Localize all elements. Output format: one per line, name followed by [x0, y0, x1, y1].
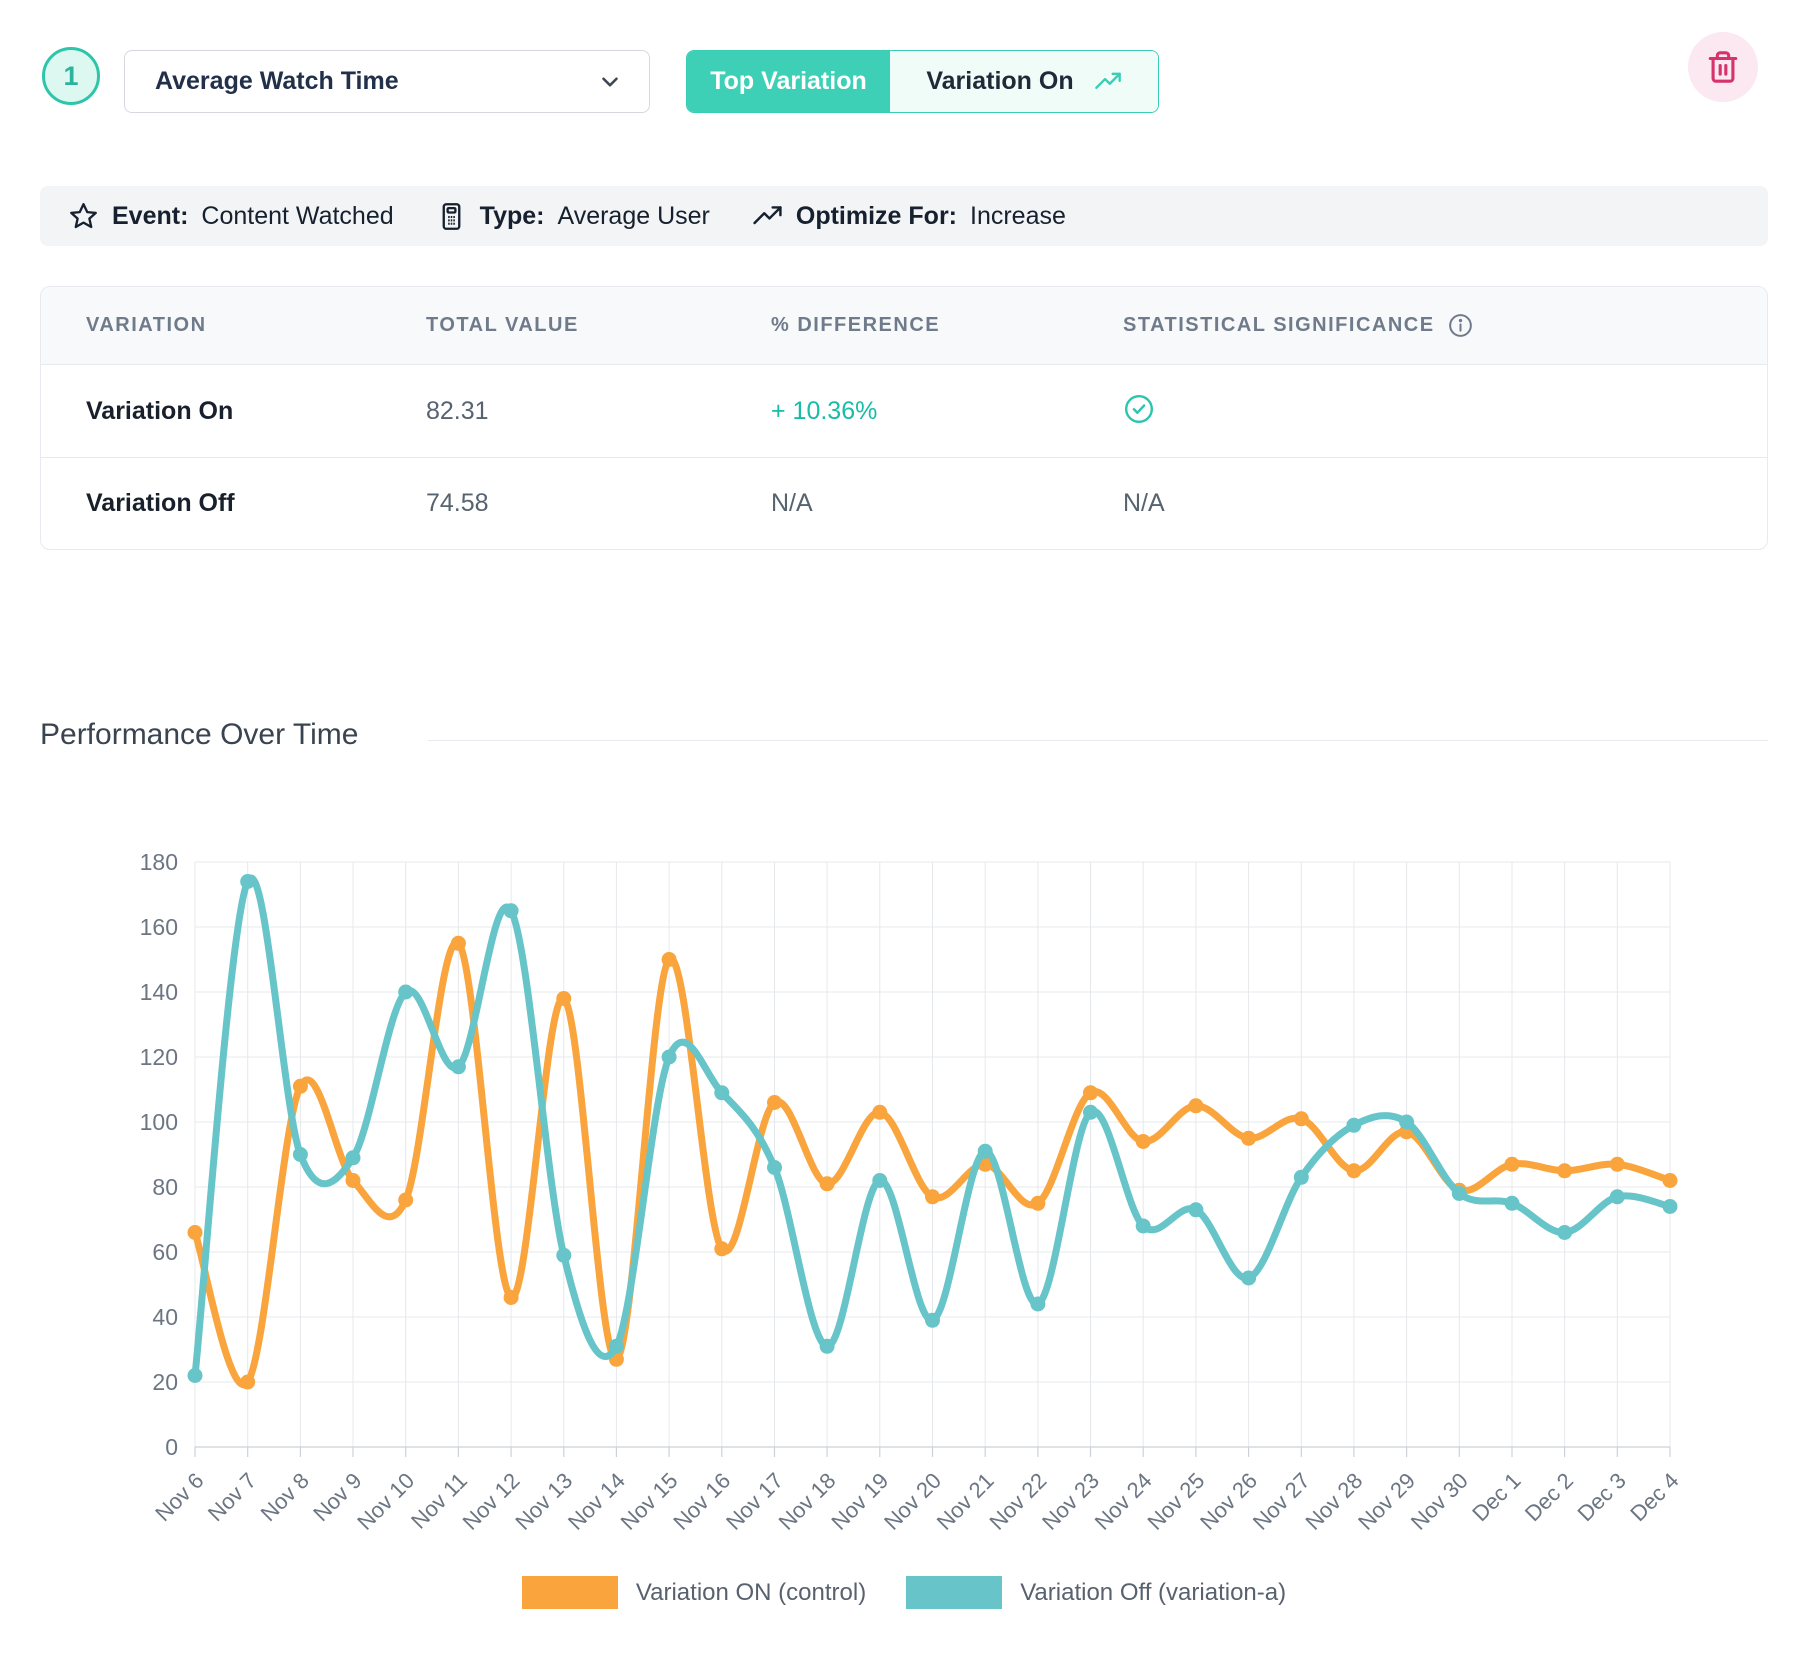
- svg-text:Nov 14: Nov 14: [563, 1468, 630, 1535]
- row-total-value: 82.31: [426, 397, 771, 426]
- event-value: Content Watched: [201, 202, 393, 231]
- trending-up-icon: [752, 201, 783, 232]
- col-difference: % Difference: [771, 314, 1123, 337]
- legend-item-variation-on[interactable]: Variation ON (control): [522, 1576, 866, 1609]
- y-axis-labels: 0 20 40 60 80 100 120 140 160 180: [140, 849, 178, 1460]
- svg-text:140: 140: [140, 979, 178, 1005]
- trending-up-icon: [1094, 68, 1122, 96]
- col-significance: Statistical Significance: [1123, 312, 1767, 339]
- optimize-value: Increase: [970, 202, 1066, 231]
- optimize-label: Optimize For:: [796, 202, 957, 231]
- row-significance: [1123, 393, 1767, 430]
- check-circle-icon: [1123, 393, 1155, 425]
- svg-text:60: 60: [152, 1239, 178, 1265]
- row-total-value: 74.58: [426, 489, 771, 518]
- svg-text:Nov 27: Nov 27: [1248, 1468, 1315, 1535]
- col-variation: Variation: [86, 314, 426, 337]
- svg-text:Nov 26: Nov 26: [1195, 1468, 1262, 1535]
- type-info: Type: Average User: [436, 201, 710, 232]
- chart-legend: Variation ON (control) Variation Off (va…: [40, 1576, 1768, 1609]
- delete-metric-button[interactable]: [1688, 32, 1758, 102]
- svg-text:Nov 13: Nov 13: [510, 1468, 577, 1535]
- svg-text:80: 80: [152, 1174, 178, 1200]
- metric-dropdown[interactable]: Average Watch Time: [124, 50, 650, 113]
- col-total-value: Total Value: [426, 314, 771, 337]
- metric-dropdown-value: Average Watch Time: [155, 67, 597, 96]
- type-label: Type:: [480, 202, 545, 231]
- type-value: Average User: [557, 202, 709, 231]
- step-number-badge: 1: [42, 47, 100, 105]
- row-difference: + 10.36%: [771, 397, 1123, 426]
- performance-chart: 020406080100120140160180Nov 6Nov 7Nov 8N…: [40, 778, 1768, 1572]
- svg-text:Nov 10: Nov 10: [352, 1468, 419, 1535]
- svg-text:Nov 22: Nov 22: [984, 1468, 1051, 1535]
- section-divider: [428, 740, 1768, 741]
- table-row: Variation On 82.31 + 10.36%: [41, 365, 1767, 457]
- svg-text:Nov 17: Nov 17: [721, 1468, 788, 1535]
- svg-text:Nov 8: Nov 8: [256, 1468, 314, 1526]
- svg-text:Nov 21: Nov 21: [932, 1468, 999, 1535]
- svg-text:20: 20: [152, 1369, 178, 1395]
- svg-text:Nov 12: Nov 12: [458, 1468, 525, 1535]
- trash-icon: [1706, 50, 1740, 84]
- svg-text:Nov 28: Nov 28: [1300, 1468, 1367, 1535]
- chart-section-title: Performance Over Time: [40, 718, 358, 752]
- chart-axes: [195, 1447, 1670, 1457]
- chevron-down-icon: [597, 69, 623, 95]
- legend-label: Variation Off (variation-a): [1020, 1579, 1286, 1607]
- svg-text:Nov 29: Nov 29: [1353, 1468, 1420, 1535]
- svg-text:Dec 1: Dec 1: [1467, 1468, 1525, 1526]
- table-row: Variation Off 74.58 N/A N/A: [41, 457, 1767, 549]
- svg-text:Dec 4: Dec 4: [1625, 1468, 1683, 1526]
- toggle-variation-on[interactable]: Variation On: [890, 51, 1158, 112]
- svg-text:0: 0: [165, 1434, 178, 1460]
- optimize-info: Optimize For: Increase: [752, 201, 1066, 232]
- event-label: Event:: [112, 202, 188, 231]
- star-icon: [68, 201, 99, 232]
- svg-text:Nov 20: Nov 20: [879, 1468, 946, 1535]
- toggle-top-variation[interactable]: Top Variation: [687, 51, 890, 112]
- svg-text:Nov 30: Nov 30: [1406, 1468, 1473, 1535]
- x-axis-labels: Nov 6Nov 7Nov 8Nov 9Nov 10Nov 11Nov 12No…: [150, 1468, 1683, 1535]
- svg-text:Nov 7: Nov 7: [203, 1468, 261, 1526]
- table-header-row: Variation Total Value % Difference Stati…: [41, 287, 1767, 365]
- svg-text:40: 40: [152, 1304, 178, 1330]
- svg-text:180: 180: [140, 849, 178, 875]
- row-significance: N/A: [1123, 489, 1767, 518]
- legend-swatch-teal: [906, 1576, 1002, 1609]
- svg-text:Nov 11: Nov 11: [406, 1468, 472, 1534]
- svg-text:160: 160: [140, 914, 178, 940]
- svg-text:100: 100: [140, 1109, 178, 1135]
- legend-swatch-orange: [522, 1576, 618, 1609]
- row-difference: N/A: [771, 489, 1123, 518]
- svg-text:Nov 23: Nov 23: [1037, 1468, 1104, 1535]
- svg-text:Nov 25: Nov 25: [1142, 1468, 1209, 1535]
- info-icon[interactable]: [1447, 312, 1474, 339]
- svg-text:Dec 2: Dec 2: [1520, 1468, 1578, 1526]
- svg-text:Nov 19: Nov 19: [826, 1468, 893, 1535]
- svg-text:Nov 16: Nov 16: [668, 1468, 735, 1535]
- legend-item-variation-off[interactable]: Variation Off (variation-a): [906, 1576, 1286, 1609]
- row-variation-name: Variation On: [86, 397, 426, 426]
- svg-text:Nov 15: Nov 15: [616, 1468, 683, 1535]
- svg-text:Nov 6: Nov 6: [150, 1468, 208, 1526]
- variation-toggle-group: Top Variation Variation On: [686, 50, 1159, 113]
- row-variation-name: Variation Off: [86, 489, 426, 518]
- legend-label: Variation ON (control): [636, 1579, 866, 1607]
- results-table: Variation Total Value % Difference Stati…: [40, 286, 1768, 550]
- calculator-icon: [436, 201, 467, 232]
- svg-text:Nov 24: Nov 24: [1090, 1468, 1157, 1535]
- svg-text:Nov 18: Nov 18: [774, 1468, 841, 1535]
- toggle-variation-on-label: Variation On: [926, 67, 1073, 96]
- event-info: Event: Content Watched: [68, 201, 394, 232]
- svg-text:120: 120: [140, 1044, 178, 1070]
- step-number: 1: [63, 61, 78, 92]
- toggle-top-variation-label: Top Variation: [710, 67, 867, 96]
- svg-text:Dec 3: Dec 3: [1573, 1468, 1631, 1526]
- metric-summary-bar: Event: Content Watched Type: Average Use…: [40, 186, 1768, 246]
- col-significance-label: Statistical Significance: [1123, 314, 1435, 337]
